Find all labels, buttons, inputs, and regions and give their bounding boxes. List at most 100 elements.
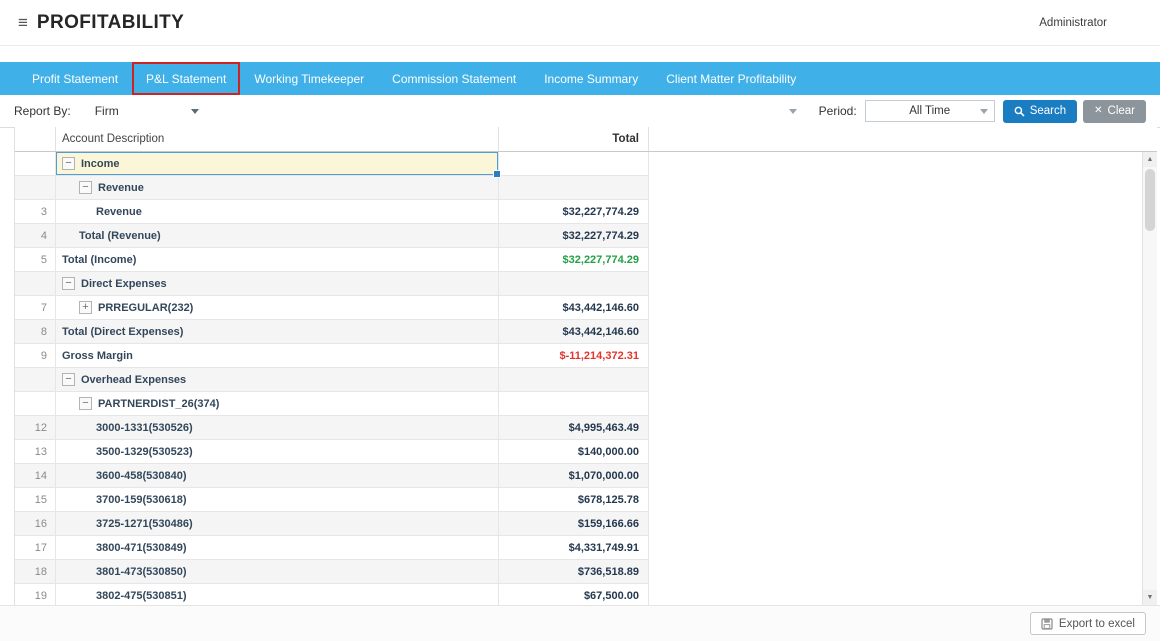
account-description-cell[interactable]: −Revenue xyxy=(56,176,499,200)
total-cell: $140,000.00 xyxy=(499,440,649,464)
table-row[interactable]: 123000-1331(530526)$4,995,463.49 xyxy=(15,416,1142,440)
table-row[interactable]: −Overhead Expenses xyxy=(15,368,1142,392)
close-icon: ✕ xyxy=(1094,106,1102,116)
account-description-cell[interactable]: Total (Direct Expenses) xyxy=(56,320,499,344)
account-label: Revenue xyxy=(96,206,142,218)
total-cell: $32,227,774.29 xyxy=(499,248,649,272)
table-row[interactable]: −Revenue xyxy=(15,176,1142,200)
collapse-icon[interactable]: − xyxy=(79,181,92,194)
total-cell: $32,227,774.29 xyxy=(499,200,649,224)
row-filler xyxy=(649,440,1142,464)
row-number: 18 xyxy=(15,560,56,584)
total-cell: $-11,214,372.31 xyxy=(499,344,649,368)
collapsed-dropdown-caret-icon[interactable] xyxy=(789,109,797,114)
account-description-cell[interactable]: 3801-473(530850) xyxy=(56,560,499,584)
table-row[interactable]: 193802-475(530851)$67,500.00 xyxy=(15,584,1142,605)
table-row[interactable]: −PARTNERDIST_26(374) xyxy=(15,392,1142,416)
account-description-cell[interactable]: Total (Income) xyxy=(56,248,499,272)
account-description-cell[interactable]: 3725-1271(530486) xyxy=(56,512,499,536)
export-to-excel-button[interactable]: Export to excel xyxy=(1030,612,1146,635)
tab-profit-statement[interactable]: Profit Statement xyxy=(18,62,132,95)
row-number: 4 xyxy=(15,224,56,248)
tab-income-summary[interactable]: Income Summary xyxy=(530,62,652,95)
row-number: 5 xyxy=(15,248,56,272)
search-button-label: Search xyxy=(1030,105,1066,117)
account-description-cell[interactable]: −PARTNERDIST_26(374) xyxy=(56,392,499,416)
table-row[interactable]: 133500-1329(530523)$140,000.00 xyxy=(15,440,1142,464)
footer-bar: Export to excel xyxy=(0,605,1160,641)
account-label: Direct Expenses xyxy=(81,278,167,290)
row-number: 14 xyxy=(15,464,56,488)
collapse-icon[interactable]: − xyxy=(79,397,92,410)
menu-icon[interactable]: ≡ xyxy=(18,13,28,33)
scroll-down-icon[interactable]: ▼ xyxy=(1143,590,1157,605)
table-row[interactable]: 5Total (Income)$32,227,774.29 xyxy=(15,248,1142,272)
expand-icon[interactable]: + xyxy=(79,301,92,314)
row-number: 16 xyxy=(15,512,56,536)
total-cell xyxy=(499,152,649,176)
tab-working-timekeeper[interactable]: Working Timekeeper xyxy=(240,62,378,95)
col-header-total[interactable]: Total xyxy=(499,127,649,151)
export-button-label: Export to excel xyxy=(1059,618,1135,630)
table-row[interactable]: 143600-458(530840)$1,070,000.00 xyxy=(15,464,1142,488)
table-row[interactable]: −Direct Expenses xyxy=(15,272,1142,296)
row-filler xyxy=(649,536,1142,560)
clear-button[interactable]: ✕ Clear xyxy=(1083,100,1146,123)
row-filler xyxy=(649,320,1142,344)
account-description-cell[interactable]: 3000-1331(530526) xyxy=(56,416,499,440)
account-description-cell[interactable]: 3500-1329(530523) xyxy=(56,440,499,464)
row-number: 3 xyxy=(15,200,56,224)
report-by-select[interactable]: Firm xyxy=(95,104,199,118)
collapse-icon[interactable]: − xyxy=(62,373,75,386)
account-description-cell[interactable]: −Direct Expenses xyxy=(56,272,499,296)
account-description-cell[interactable]: Total (Revenue) xyxy=(56,224,499,248)
table-row[interactable]: −Income xyxy=(15,152,1142,176)
table-row[interactable]: 9Gross Margin$-11,214,372.31 xyxy=(15,344,1142,368)
collapse-icon[interactable]: − xyxy=(62,157,75,170)
vertical-scrollbar[interactable]: ▲ ▼ xyxy=(1142,152,1157,605)
period-select[interactable]: All Time xyxy=(865,100,995,122)
row-filler xyxy=(649,488,1142,512)
col-header-account-description[interactable]: Account Description xyxy=(56,127,499,151)
table-row[interactable]: 4Total (Revenue)$32,227,774.29 xyxy=(15,224,1142,248)
chevron-down-icon xyxy=(191,109,199,114)
row-filler xyxy=(649,224,1142,248)
account-description-cell[interactable]: +PRREGULAR(232) xyxy=(56,296,499,320)
tab-p-l-statement[interactable]: P&L Statement xyxy=(132,62,240,95)
account-label: Overhead Expenses xyxy=(81,374,186,386)
table-row[interactable]: 163725-1271(530486)$159,166.66 xyxy=(15,512,1142,536)
table-row[interactable]: 7+PRREGULAR(232)$43,442,146.60 xyxy=(15,296,1142,320)
account-description-cell[interactable]: Revenue xyxy=(56,200,499,224)
tab-commission-statement[interactable]: Commission Statement xyxy=(378,62,530,95)
collapse-icon[interactable]: − xyxy=(62,277,75,290)
table-row[interactable]: 3 Revenue $32,227,774.29 xyxy=(15,200,1142,224)
account-description-cell[interactable]: −Income xyxy=(56,152,499,176)
report-by-value: Firm xyxy=(95,104,119,118)
export-icon xyxy=(1041,618,1053,630)
row-filler xyxy=(649,560,1142,584)
account-label: 3802-475(530851) xyxy=(96,590,187,602)
account-description-cell[interactable]: −Overhead Expenses xyxy=(56,368,499,392)
scroll-up-icon[interactable]: ▲ xyxy=(1143,152,1157,167)
account-description-cell[interactable]: 3802-475(530851) xyxy=(56,584,499,605)
account-description-cell[interactable]: 3800-471(530849) xyxy=(56,536,499,560)
tab-client-matter-profitability[interactable]: Client Matter Profitability xyxy=(652,62,810,95)
account-label: Income xyxy=(81,158,120,170)
account-description-cell[interactable]: Gross Margin xyxy=(56,344,499,368)
user-label[interactable]: Administrator xyxy=(1039,17,1107,29)
total-cell: $678,125.78 xyxy=(499,488,649,512)
period-value: All Time xyxy=(909,105,950,117)
table-row[interactable]: 183801-473(530850)$736,518.89 xyxy=(15,560,1142,584)
search-button[interactable]: Search xyxy=(1003,100,1077,123)
scrollbar-thumb[interactable] xyxy=(1145,169,1155,231)
table-row[interactable]: 8Total (Direct Expenses)$43,442,146.60 xyxy=(15,320,1142,344)
row-number: 9 xyxy=(15,344,56,368)
total-cell: $159,166.66 xyxy=(499,512,649,536)
table-row[interactable]: 173800-471(530849)$4,331,749.91 xyxy=(15,536,1142,560)
toolbar: Report By: Firm Period: All Time Search … xyxy=(0,95,1160,128)
account-description-cell[interactable]: 3700-159(530618) xyxy=(56,488,499,512)
table-row[interactable]: 153700-159(530618)$678,125.78 xyxy=(15,488,1142,512)
row-filler xyxy=(649,200,1142,224)
account-description-cell[interactable]: 3600-458(530840) xyxy=(56,464,499,488)
row-number: 7 xyxy=(15,296,56,320)
